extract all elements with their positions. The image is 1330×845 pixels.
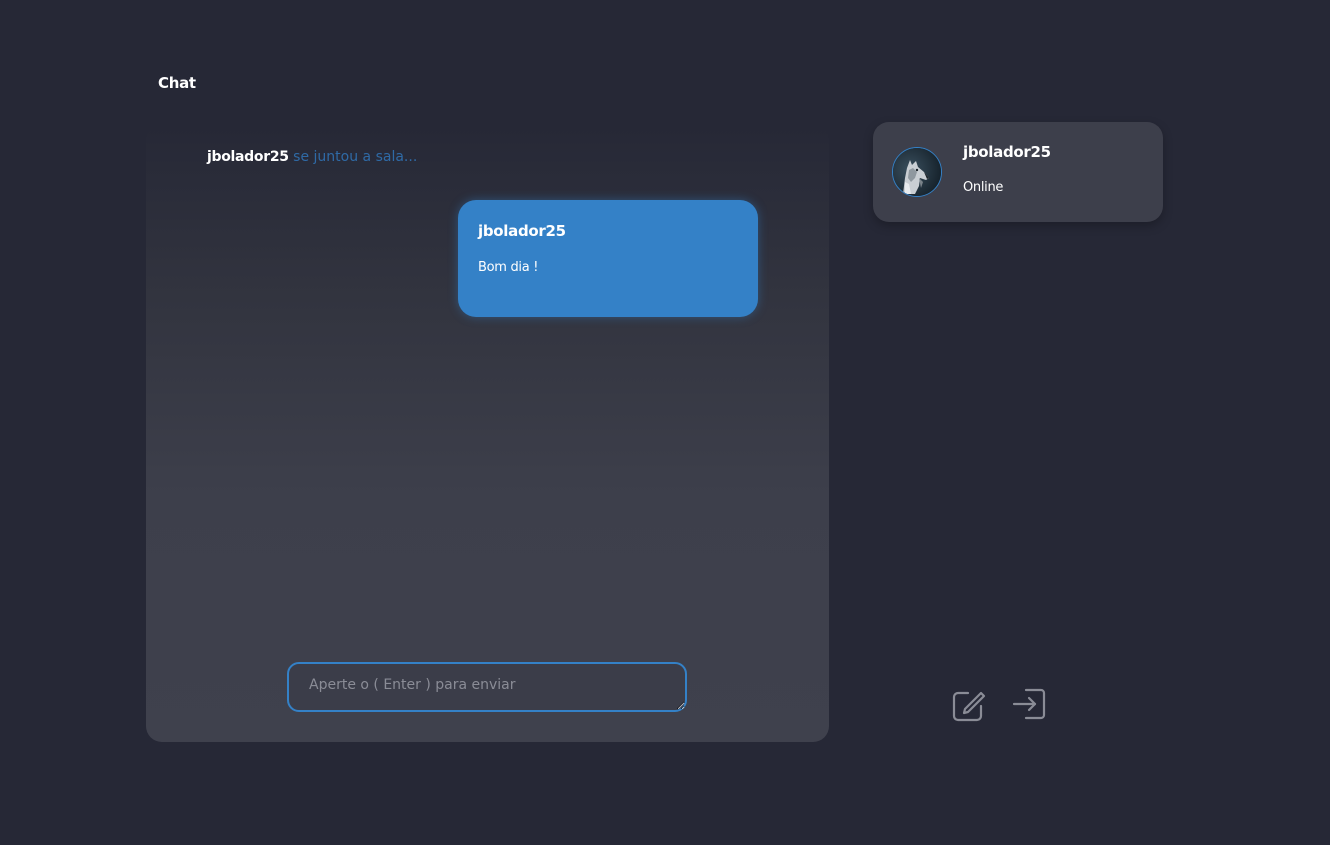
edit-button[interactable] xyxy=(951,687,987,723)
user-status: Online xyxy=(963,180,1004,195)
page-title: Chat xyxy=(158,74,196,92)
user-card: jbolador25 Online xyxy=(873,122,1163,222)
message-input[interactable] xyxy=(287,662,687,712)
chat-panel: jbolador25 se juntou a sala... jbolador2… xyxy=(146,124,829,742)
logout-button[interactable] xyxy=(1011,686,1047,722)
wolf-avatar-icon xyxy=(893,148,941,196)
edit-icon xyxy=(952,691,986,722)
message-text: Bom dia ! xyxy=(478,260,539,275)
avatar xyxy=(892,147,942,197)
join-notice-user: jbolador25 xyxy=(207,149,289,165)
join-notice-text: se juntou a sala... xyxy=(293,149,418,165)
join-notice: jbolador25 se juntou a sala... xyxy=(207,149,417,165)
user-name: jbolador25 xyxy=(963,143,1051,161)
message-bubble: jbolador25 Bom dia ! xyxy=(458,200,758,317)
logout-icon xyxy=(1012,688,1046,720)
message-author: jbolador25 xyxy=(478,222,566,240)
